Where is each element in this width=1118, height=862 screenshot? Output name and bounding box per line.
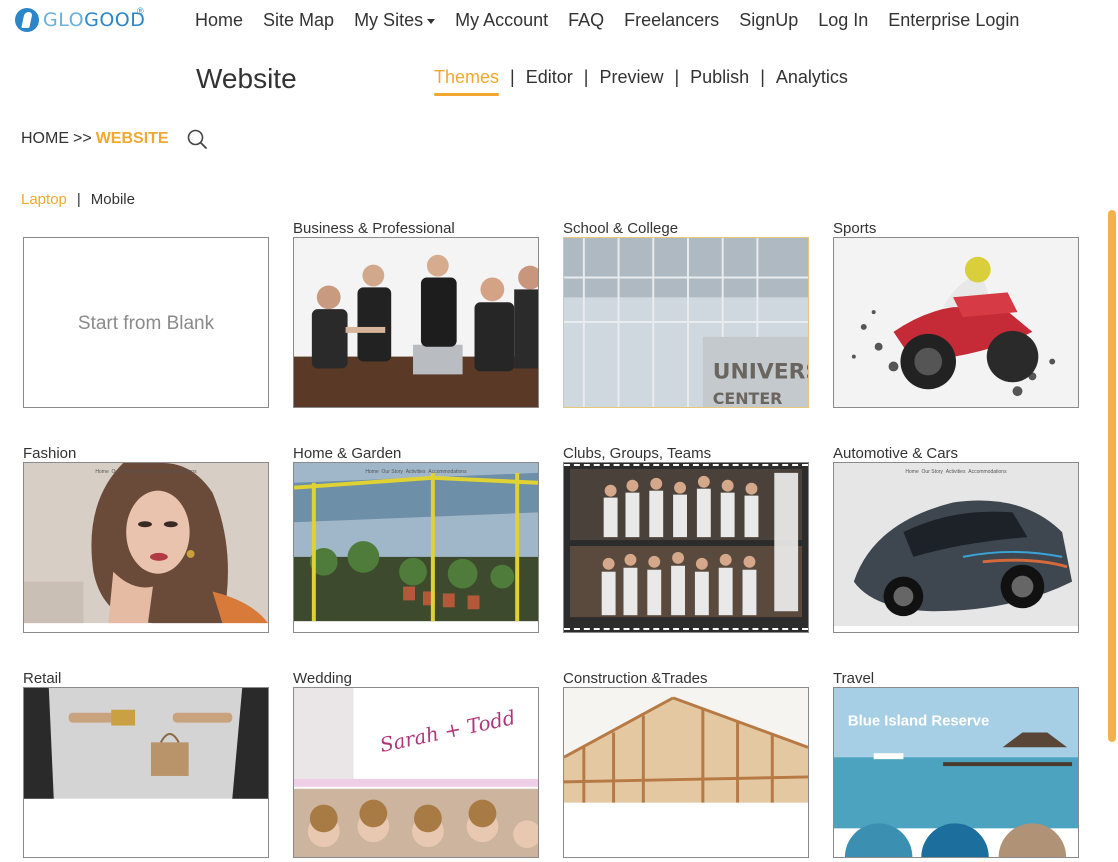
tab-preview[interactable]: Preview — [599, 67, 663, 96]
theme-title: Wedding — [293, 670, 352, 687]
top-navigation: GLOGOOD ® Home Site Map My Sites My Acco… — [0, 0, 1118, 44]
theme-title: Business & Professional — [293, 220, 455, 237]
theme-thumbnail[interactable]: Home Our Story Activities Accommodations — [833, 462, 1079, 633]
theme-title: Sports — [833, 220, 877, 237]
theme-mini-nav: Home Our Story Activities Accommodations — [365, 469, 467, 475]
university-building-image: UNIVERSITY CENTER — [564, 238, 808, 407]
nav-site-map[interactable]: Site Map — [263, 10, 334, 31]
theme-title: Fashion — [23, 445, 77, 462]
main-menu: Home Site Map My Sites My Account FAQ Fr… — [195, 10, 1039, 31]
tab-editor[interactable]: Editor — [526, 67, 573, 96]
device-separator: | — [76, 191, 81, 208]
nav-login[interactable]: Log In — [818, 10, 868, 31]
tab-publish[interactable]: Publish — [690, 67, 749, 96]
logo-icon — [15, 8, 39, 32]
start-from-blank-label: Start from Blank — [77, 313, 215, 334]
theme-card-travel[interactable]: Travel Blue Island Reserve — [833, 670, 1079, 858]
theme-title: Travel — [833, 670, 875, 687]
website-tabs: Themes | Editor | Preview | Publish | An… — [434, 67, 848, 96]
theme-mini-nav: Home Our Story Activities Accommodations — [95, 469, 197, 475]
theme-card-automotive[interactable]: Automotive & Cars Home Our Story Activit… — [833, 445, 1079, 633]
theme-mini-nav: Home Our Story Activities Accommodations — [905, 469, 1007, 475]
theme-thumbnail[interactable]: Home Our Story Activities Accommodations — [23, 462, 269, 633]
theme-card-business[interactable]: Business & Professional — [293, 220, 539, 408]
page-title: Website — [196, 63, 297, 94]
vertical-scrollbar[interactable] — [1108, 210, 1116, 742]
theme-thumbnail[interactable]: Sarah + Todd — [293, 687, 539, 858]
theme-thumbnail[interactable]: UNIVERSITY CENTER — [563, 237, 809, 408]
blank-template-frame[interactable]: Start from Blank — [23, 237, 269, 408]
center-sign-text: CENTER — [713, 389, 783, 407]
device-toggle: Laptop | Mobile — [21, 191, 135, 208]
motorcycle-racer-image — [834, 238, 1078, 407]
theme-thumbnail[interactable]: Home Our Story Activities Accommodations — [293, 462, 539, 633]
theme-title: Construction &Trades — [563, 670, 708, 687]
fashion-model-image — [24, 463, 268, 632]
theme-thumbnail[interactable] — [563, 687, 809, 858]
theme-title: Clubs, Groups, Teams — [563, 445, 712, 462]
theme-title: Retail — [23, 670, 62, 687]
theme-title: Automotive & Cars — [833, 445, 959, 462]
nav-faq[interactable]: FAQ — [568, 10, 604, 31]
registered-mark: ® — [137, 6, 144, 16]
sports-car-image — [834, 463, 1078, 632]
theme-card-retail[interactable]: Retail — [23, 670, 269, 858]
breadcrumb-separator: >> — [73, 130, 92, 147]
theme-card-blank[interactable]: Start from Blank — [23, 220, 269, 408]
tab-themes[interactable]: Themes — [434, 67, 500, 96]
theme-card-construction[interactable]: Construction &Trades — [563, 670, 809, 858]
theme-thumbnail[interactable] — [293, 237, 539, 408]
resort-banner-text: Blue Island Reserve — [848, 714, 989, 730]
nav-my-account[interactable]: My Account — [455, 10, 548, 31]
wedding-image: Sarah + Todd — [294, 688, 538, 857]
glogood-logo[interactable]: GLOGOOD ® — [15, 6, 146, 32]
theme-card-fashion[interactable]: Fashion Home Our Story Activities Accomm… — [23, 445, 269, 633]
theme-card-home-garden[interactable]: Home & Garden Home Our Story Activities … — [293, 445, 539, 633]
theme-card-sports[interactable]: Sports — [833, 220, 1079, 408]
house-framing-image — [564, 688, 808, 857]
device-laptop-option[interactable]: Laptop — [21, 191, 67, 208]
tab-analytics[interactable]: Analytics — [776, 67, 848, 96]
theme-thumbnail[interactable] — [23, 687, 269, 858]
nav-freelancers[interactable]: Freelancers — [624, 10, 719, 31]
caret-down-icon — [427, 18, 436, 24]
theme-title: Home & Garden — [293, 445, 402, 462]
tab-separator: | — [674, 67, 680, 87]
nav-signup[interactable]: SignUp — [739, 10, 798, 31]
theme-title — [23, 220, 269, 237]
breadcrumb: HOME >> WEBSITE — [21, 130, 169, 148]
logo-text: GLOGOOD — [43, 9, 146, 31]
online-shopping-image — [24, 688, 268, 857]
island-resort-image: Blue Island Reserve — [834, 688, 1078, 857]
theme-thumbnail[interactable] — [563, 462, 809, 633]
breadcrumb-current: WEBSITE — [95, 130, 169, 147]
university-sign-text: UNIVERSITY — [713, 359, 808, 384]
breadcrumb-home[interactable]: HOME — [21, 130, 69, 148]
theme-title: School & College — [563, 220, 679, 237]
greenhouse-image — [294, 463, 538, 632]
theme-thumbnail[interactable]: Blue Island Reserve — [833, 687, 1079, 858]
theme-card-wedding[interactable]: Wedding Sarah + Todd — [293, 670, 539, 858]
group-photo-image — [564, 463, 808, 632]
theme-card-school[interactable]: School & College UNIVERSITY CENTER — [563, 220, 809, 408]
nav-my-sites-label: My Sites — [354, 10, 424, 30]
nav-my-sites[interactable]: My Sites — [354, 10, 436, 31]
device-mobile-option[interactable]: Mobile — [91, 191, 135, 208]
theme-thumbnail[interactable] — [833, 237, 1079, 408]
business-people-image — [294, 238, 538, 407]
nav-home[interactable]: Home — [195, 10, 243, 31]
tab-separator: | — [510, 67, 515, 87]
tab-separator: | — [760, 67, 765, 87]
tab-separator: | — [583, 67, 589, 87]
search-icon[interactable] — [186, 128, 208, 150]
theme-card-clubs[interactable]: Clubs, Groups, Teams — [563, 445, 809, 633]
nav-enterprise-login[interactable]: Enterprise Login — [888, 10, 1019, 31]
